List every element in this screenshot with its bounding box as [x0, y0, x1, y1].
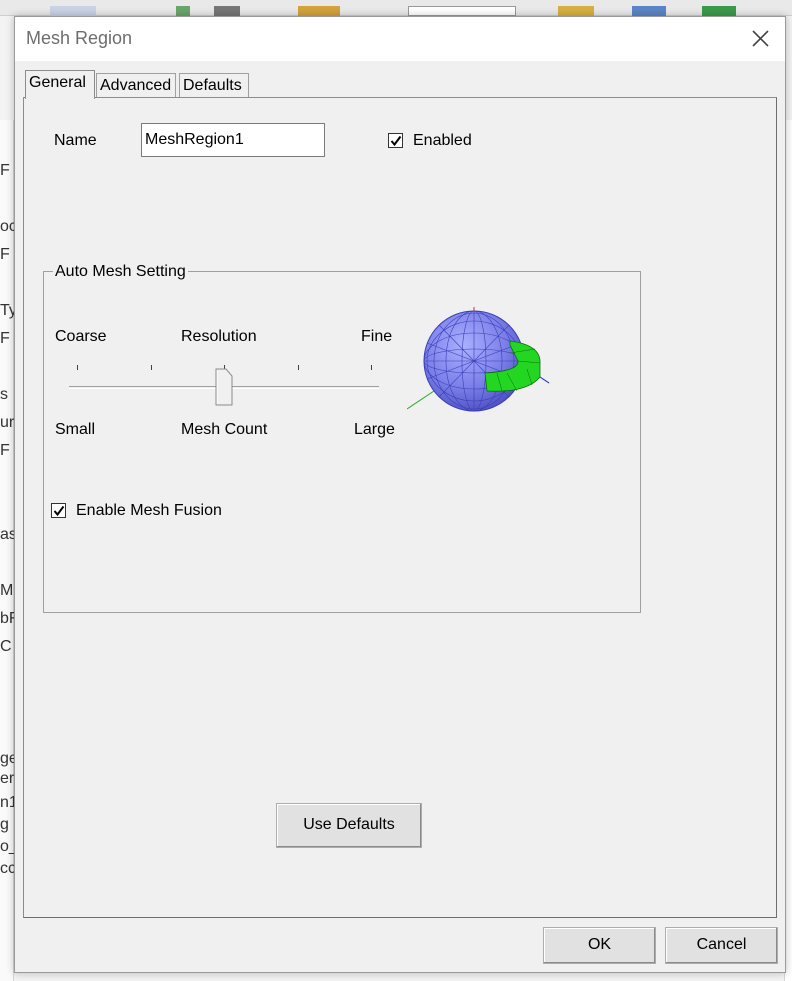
use-defaults-button[interactable]: Use Defaults	[276, 803, 422, 848]
slider-tick	[297, 365, 299, 370]
dialog-title: Mesh Region	[26, 28, 133, 48]
slider-label-small: Small	[55, 421, 96, 438]
name-label: Name	[54, 132, 97, 149]
mesh-fusion-label: Enable Mesh Fusion	[76, 502, 222, 519]
slider-label-resolution: Resolution	[181, 328, 257, 345]
toolbar-icon	[632, 6, 666, 16]
slider-label-coarse: Coarse	[55, 328, 107, 345]
background-text-fragment: s	[0, 386, 8, 403]
close-icon	[752, 30, 769, 47]
background-text-fragment: F	[0, 246, 10, 263]
toolbar-icon	[176, 6, 190, 16]
toolbar-icon	[702, 6, 736, 16]
enabled-label: Enabled	[413, 132, 472, 149]
background-text-fragment: bF	[0, 610, 14, 627]
name-input[interactable]	[141, 123, 325, 157]
slider-tick	[77, 365, 78, 370]
slider-label-fine: Fine	[361, 328, 393, 345]
resolution-slider-thumb[interactable]	[215, 368, 233, 406]
background-text-fragment: F	[0, 442, 10, 459]
tab-defaults[interactable]: Defaults	[179, 73, 249, 98]
ok-button[interactable]: OK	[543, 927, 656, 964]
toolbar-icon	[298, 6, 340, 16]
slider-tick	[150, 365, 152, 370]
slider-label-mesh-count: Mesh Count	[181, 421, 268, 438]
checkmark-icon	[53, 505, 65, 517]
toolbar-icon	[50, 6, 96, 16]
background-text-fragment: ers	[0, 770, 14, 787]
tab-advanced[interactable]: Advanced	[96, 73, 176, 98]
toolbar-dropdown	[408, 6, 516, 16]
background-text-fragment: cc	[0, 860, 14, 877]
mesh-region-dialog: Mesh Region General Advanced Defaults Na…	[14, 16, 786, 973]
cancel-button[interactable]: Cancel	[665, 927, 778, 964]
gear-icon	[214, 6, 240, 16]
slider-tick	[371, 365, 372, 370]
background-text-fragment: g -	[0, 816, 14, 833]
background-text-fragment: Ty	[0, 302, 14, 319]
background-text-fragment: ge	[0, 750, 14, 767]
background-text-fragment: o_	[0, 838, 14, 855]
enabled-checkbox[interactable]	[388, 133, 403, 148]
mesh-sphere-preview-icon	[407, 307, 550, 412]
close-button[interactable]	[745, 25, 775, 53]
auto-mesh-setting-title: Auto Mesh Setting	[53, 263, 188, 281]
background-text-fragment: oc	[0, 218, 14, 235]
background-toolbar	[0, 0, 792, 16]
background-text-fragment: n1	[0, 794, 14, 811]
background-text-fragment: F	[0, 162, 10, 179]
background-text-fragment: as	[0, 526, 14, 543]
mesh-fusion-checkbox[interactable]	[51, 503, 66, 518]
title-bar: Mesh Region	[15, 17, 785, 61]
background-text-fragment: C	[0, 638, 12, 655]
background-text-fragment: Mc	[0, 582, 14, 599]
toolbar-icon	[558, 6, 594, 16]
checkmark-icon	[390, 135, 402, 147]
background-text-fragment: F	[0, 330, 10, 347]
background-text-fragment: ur	[0, 414, 14, 431]
slider-label-large: Large	[354, 421, 395, 438]
tab-general[interactable]: General	[25, 70, 95, 99]
